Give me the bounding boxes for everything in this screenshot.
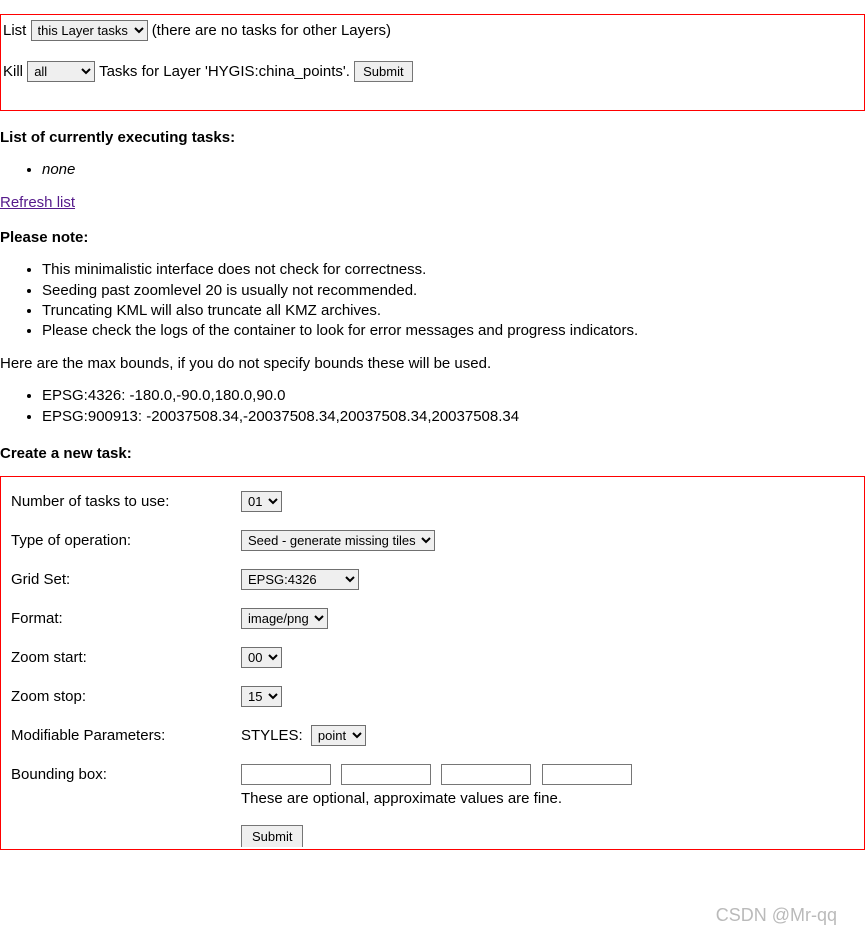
format-label: Format: <box>11 610 241 627</box>
bounds-item: EPSG:900913: -20037508.34,-20037508.34,2… <box>42 407 865 427</box>
bbox-maxy-input[interactable] <box>542 764 632 785</box>
kill-label: Kill <box>3 63 23 80</box>
list-tasks-row: List this Layer tasks (there are no task… <box>3 20 862 41</box>
bounds-list: EPSG:4326: -180.0,-90.0,180.0,90.0 EPSG:… <box>0 386 865 427</box>
bbox-miny-input[interactable] <box>341 764 431 785</box>
num-tasks-label: Number of tasks to use: <box>11 493 241 510</box>
bbox-label: Bounding box: <box>11 766 241 783</box>
gridset-label: Grid Set: <box>11 571 241 588</box>
list-suffix-text: (there are no tasks for other Layers) <box>152 22 391 39</box>
create-task-box: Number of tasks to use: 01 Type of opera… <box>0 476 865 850</box>
mod-params-label: Modifiable Parameters: <box>11 727 241 744</box>
create-submit-button[interactable]: Submit <box>241 825 303 847</box>
zoom-start-select[interactable]: 00 <box>241 647 282 668</box>
note-item: Please check the logs of the container t… <box>42 321 865 341</box>
zoom-stop-label: Zoom stop: <box>11 688 241 705</box>
zoom-start-row: Zoom start: 00 <box>11 647 856 668</box>
executing-list: none <box>0 160 865 180</box>
bbox-row: Bounding box: These are optional, approx… <box>11 764 856 807</box>
task-list-kill-box: List this Layer tasks (there are no task… <box>0 14 865 111</box>
zoom-start-label: Zoom start: <box>11 649 241 666</box>
gridset-select[interactable]: EPSG:4326 <box>241 569 359 590</box>
bbox-maxx-input[interactable] <box>441 764 531 785</box>
bbox-note: These are optional, approximate values a… <box>241 790 856 807</box>
format-row: Format: image/png <box>11 608 856 629</box>
operation-label: Type of operation: <box>11 532 241 549</box>
note-item: Truncating KML will also truncate all KM… <box>42 301 865 321</box>
kill-submit-button[interactable]: Submit <box>354 61 412 82</box>
styles-select[interactable]: point <box>311 725 366 746</box>
bounds-intro-text: Here are the max bounds, if you do not s… <box>0 355 865 372</box>
operation-row: Type of operation: Seed - generate missi… <box>11 530 856 551</box>
num-tasks-row: Number of tasks to use: 01 <box>11 491 856 512</box>
kill-tasks-row: Kill all Tasks for Layer 'HYGIS:china_po… <box>3 61 862 82</box>
format-select[interactable]: image/png <box>241 608 328 629</box>
operation-select[interactable]: Seed - generate missing tiles <box>241 530 435 551</box>
zoom-stop-select[interactable]: 15 <box>241 686 282 707</box>
bbox-minx-input[interactable] <box>241 764 331 785</box>
list-label: List <box>3 22 26 39</box>
list-tasks-select[interactable]: this Layer tasks <box>31 20 148 41</box>
note-item: Seeding past zoomlevel 20 is usually not… <box>42 281 865 301</box>
create-task-heading: Create a new task: <box>0 445 865 462</box>
num-tasks-select[interactable]: 01 <box>241 491 282 512</box>
gridset-row: Grid Set: EPSG:4326 <box>11 569 856 590</box>
create-submit-row: Submit <box>11 825 856 847</box>
note-item: This minimalistic interface does not che… <box>42 260 865 280</box>
kill-select[interactable]: all <box>27 61 95 82</box>
zoom-stop-row: Zoom stop: 15 <box>11 686 856 707</box>
notes-heading: Please note: <box>0 229 865 246</box>
bounds-item: EPSG:4326: -180.0,-90.0,180.0,90.0 <box>42 386 865 406</box>
watermark-text: CSDN @Mr-qq <box>716 905 837 926</box>
executing-none-item: none <box>42 160 865 180</box>
mod-params-row: Modifiable Parameters: STYLES: point <box>11 725 856 746</box>
logo-fragment <box>30 0 80 12</box>
notes-list: This minimalistic interface does not che… <box>0 260 865 341</box>
refresh-list-link[interactable]: Refresh list <box>0 194 75 211</box>
executing-heading: List of currently executing tasks: <box>0 129 865 146</box>
styles-label: STYLES: <box>241 727 303 744</box>
kill-suffix-text: Tasks for Layer 'HYGIS:china_points'. <box>99 63 350 80</box>
